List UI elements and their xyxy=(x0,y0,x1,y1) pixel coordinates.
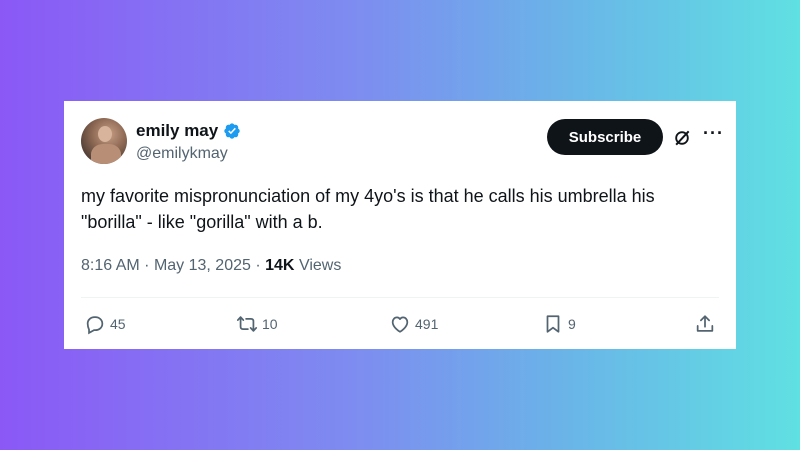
tweet-date[interactable]: May 13, 2025 xyxy=(154,257,251,274)
repost-icon xyxy=(236,316,258,332)
reply-button[interactable]: 45 xyxy=(84,313,126,335)
share-button[interactable] xyxy=(694,313,716,335)
views-label: Views xyxy=(298,257,342,274)
reply-count: 45 xyxy=(110,316,126,332)
like-button[interactable]: 491 xyxy=(389,313,438,335)
tweet-text: my favorite mispronunciation of my 4yo's… xyxy=(81,186,655,232)
reply-icon xyxy=(86,316,104,335)
bookmark-count: 9 xyxy=(568,316,576,332)
divider xyxy=(81,297,719,298)
subscribe-button[interactable]: Subscribe xyxy=(547,119,663,155)
repost-count: 10 xyxy=(262,316,278,332)
heart-icon xyxy=(391,316,409,333)
tweet-meta: 8:16 AM · May 13, 2025 · 14K Views xyxy=(81,257,341,275)
grok-icon[interactable] xyxy=(672,128,692,148)
meta-separator: · xyxy=(255,257,261,274)
author-row: emily may xyxy=(136,121,241,141)
author-name[interactable]: emily may xyxy=(136,121,218,141)
tweet-card: emily may @emilykmay Subscribe ··· my fa… xyxy=(64,101,736,349)
author-handle[interactable]: @emilykmay xyxy=(136,145,228,163)
tweet-time[interactable]: 8:16 AM xyxy=(81,257,140,274)
more-options-icon[interactable]: ··· xyxy=(703,123,724,144)
like-count: 491 xyxy=(415,316,439,332)
share-icon xyxy=(696,315,714,332)
repost-button[interactable]: 10 xyxy=(236,313,278,335)
meta-separator: · xyxy=(144,257,150,274)
views-count: 14K xyxy=(265,257,295,274)
verified-badge-icon[interactable] xyxy=(223,122,241,140)
bookmark-button[interactable]: 9 xyxy=(542,313,576,335)
bookmark-icon xyxy=(546,315,560,333)
avatar[interactable] xyxy=(81,118,127,164)
